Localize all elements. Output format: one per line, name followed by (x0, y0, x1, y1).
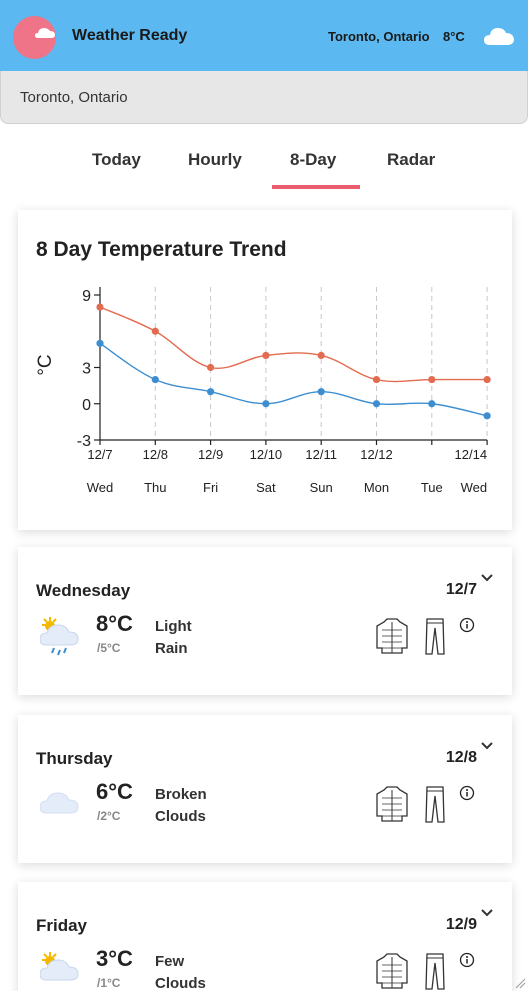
data-point (428, 375, 436, 384)
day-date: 12/8 (445, 749, 477, 766)
data-point (428, 400, 436, 408)
x-day-label: Wed (87, 480, 114, 495)
chevron-down-icon[interactable] (480, 908, 494, 918)
condition-text: Light Rain (155, 618, 192, 657)
chevron-down-icon[interactable] (480, 741, 494, 751)
data-point (262, 400, 270, 408)
x-day-label: Fri (203, 480, 218, 495)
info-icon[interactable] (459, 617, 475, 633)
high-temperature: 3°C (96, 946, 133, 971)
y-tick-label: 9 (82, 288, 91, 305)
x-date-label: 12/8 (143, 447, 168, 462)
y-tick-label: 0 (82, 397, 91, 414)
jacket-icon (376, 618, 408, 654)
low-temperature: /5°C (97, 641, 121, 655)
day-name: Thursday (36, 749, 113, 768)
chart-title: 8 Day Temperature Trend (36, 238, 287, 261)
data-point (96, 303, 104, 311)
tab-hourly[interactable]: Hourly (188, 150, 242, 170)
x-day-label: Sun (310, 480, 333, 495)
low-temperature: /2°C (97, 809, 121, 823)
jacket-icon (376, 786, 408, 822)
tab-8-day[interactable]: 8-Day (290, 150, 336, 170)
app-title: Weather Ready (72, 27, 188, 44)
pants-icon (425, 953, 445, 990)
info-icon[interactable] (459, 952, 475, 968)
data-point (483, 412, 491, 420)
x-day-label: Sat (256, 480, 276, 495)
x-day-label: Mon (364, 480, 389, 495)
high-temperature: 8°C (96, 611, 133, 636)
tab-today[interactable]: Today (92, 150, 141, 170)
x-date-label: 12/10 (250, 447, 283, 462)
header-temperature: 8°C (443, 29, 465, 44)
temperature-trend-card: 8 Day Temperature Trend 9 3 0 -3 °C 12/7 Wed 12… (18, 210, 512, 530)
data-point (483, 375, 491, 384)
y-axis-label: °C (35, 354, 56, 375)
data-point (372, 375, 381, 384)
data-point (151, 327, 159, 335)
condition-text: Few Clouds (155, 953, 206, 991)
y-tick-label: 3 (82, 361, 91, 378)
day-date: 12/9 (445, 916, 477, 933)
x-date-label: 12/12 (360, 447, 393, 462)
day-name: Friday (36, 916, 88, 935)
app-logo-icon (13, 16, 56, 59)
low-temperature: /1°C (97, 976, 121, 990)
data-point (317, 388, 325, 396)
day-card-wednesday[interactable]: Wednesday 12/7 8°C /5°C Light Rain (18, 547, 512, 695)
series-line (99, 306, 488, 383)
location-search-input[interactable] (0, 71, 528, 124)
day-card-thursday[interactable]: Thursday 12/8 6°C /2°C Broken Clouds (18, 715, 512, 863)
pants-icon (425, 786, 445, 823)
x-day-label: Wed (461, 480, 488, 495)
data-point (317, 351, 325, 360)
tab-radar[interactable]: Radar (387, 150, 435, 170)
x-date-label: 12/7 (87, 447, 112, 462)
x-date-label: 12/14 (455, 447, 488, 462)
light-rain-icon (40, 617, 79, 656)
day-card-friday[interactable]: Friday 12/9 3°C /1°C Few Clouds (18, 882, 512, 991)
temperature-chart: 930-3°C12/7Wed12/8Thu12/9Fri12/10Sat12/1… (35, 287, 491, 495)
x-date-label: 12/11 (305, 447, 337, 462)
info-icon[interactable] (459, 785, 475, 801)
broken-clouds-icon (40, 792, 79, 814)
data-point (207, 388, 215, 396)
data-point (151, 375, 159, 384)
resize-handle-icon[interactable] (514, 977, 526, 989)
x-day-label: Thu (144, 480, 166, 495)
data-point (207, 363, 215, 372)
data-point (372, 400, 381, 408)
data-point (96, 339, 104, 347)
condition-text: Broken Clouds (155, 786, 207, 825)
high-temperature: 6°C (96, 779, 133, 804)
few-clouds-icon (40, 952, 79, 981)
header-location: Toronto, Ontario (328, 29, 430, 44)
day-date: 12/7 (445, 581, 477, 598)
x-date-label: 12/9 (198, 447, 223, 462)
day-name: Wednesday (36, 581, 131, 600)
x-day-label: Tue (421, 480, 443, 495)
pants-icon (425, 618, 445, 655)
header-bar: Weather Ready Toronto, Ontario 8°C (0, 0, 528, 71)
jacket-icon (376, 953, 408, 989)
cloud-icon (484, 28, 514, 45)
chevron-down-icon[interactable] (480, 573, 494, 583)
data-point (262, 351, 270, 360)
active-tab-indicator (272, 185, 360, 189)
